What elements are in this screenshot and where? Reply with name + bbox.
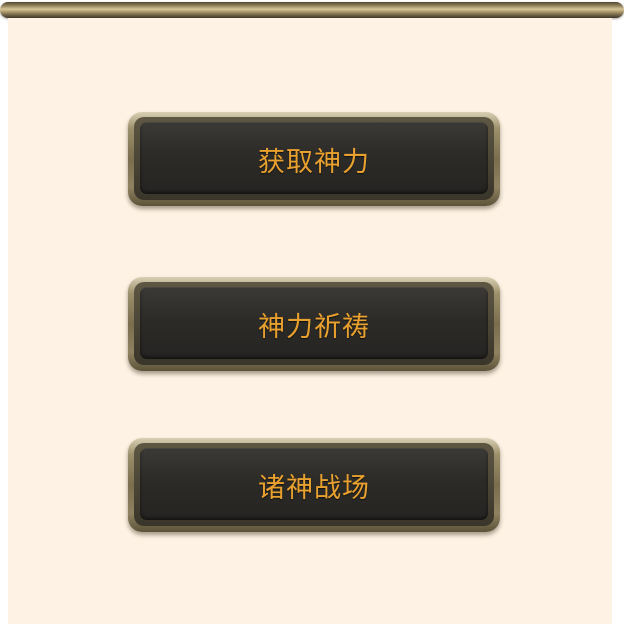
top-border-bar [0, 2, 624, 18]
gods-battlefield-button[interactable]: 诸神战场 [128, 438, 500, 532]
obtain-divine-power-button[interactable]: 获取神力 [128, 112, 500, 206]
button-label: 神力祈祷 [258, 311, 370, 343]
button-label: 诸神战场 [258, 472, 370, 504]
button-label: 获取神力 [258, 146, 370, 178]
divine-prayer-button[interactable]: 神力祈祷 [128, 277, 500, 371]
